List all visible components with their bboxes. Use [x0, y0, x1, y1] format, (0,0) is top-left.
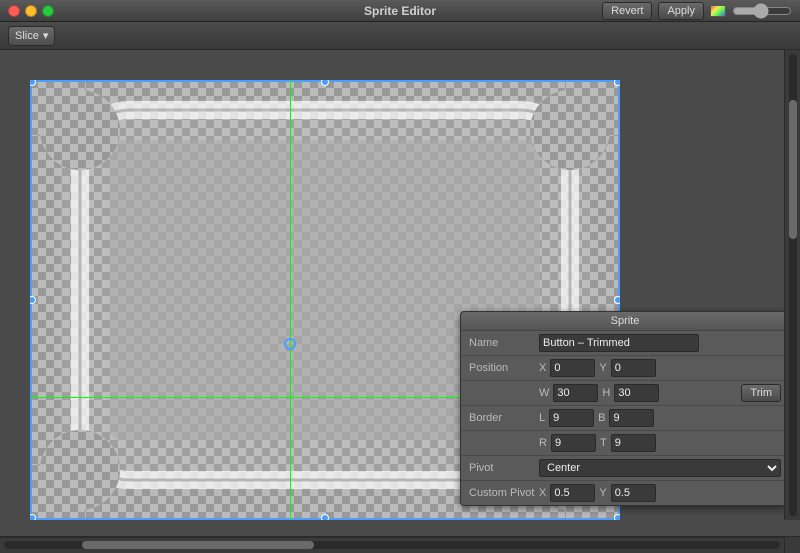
- zoom-slider-container: [732, 4, 792, 18]
- pivot-select[interactable]: Center Top Left Top Center Top Right Lef…: [539, 459, 781, 477]
- vertical-scrollbar-track: [789, 54, 797, 516]
- t-label: T: [600, 437, 607, 449]
- slice-label: Slice: [15, 30, 39, 42]
- minimize-button[interactable]: [25, 5, 37, 17]
- border-label: Border: [469, 412, 539, 424]
- sprite-panel: Sprite Name Position X Y: [460, 311, 790, 506]
- window-controls[interactable]: [8, 5, 54, 17]
- pivot-fields: Center Top Left Top Center Top Right Lef…: [539, 459, 781, 477]
- cp-y-label: Y: [599, 487, 606, 499]
- trim-button[interactable]: Trim: [741, 384, 781, 402]
- position-label: Position: [469, 362, 539, 374]
- x-label: X: [539, 362, 546, 374]
- r-label: R: [539, 437, 547, 449]
- slice-dropdown[interactable]: Slice ▾: [8, 26, 55, 46]
- main-content: Sprite Name Position X Y: [0, 50, 800, 536]
- vertical-scrollbar-thumb[interactable]: [789, 100, 797, 239]
- revert-button[interactable]: Revert: [602, 2, 652, 20]
- r-input[interactable]: [551, 434, 596, 452]
- h-label: H: [602, 387, 610, 399]
- zoom-slider[interactable]: [732, 4, 792, 18]
- y-label: Y: [599, 362, 606, 374]
- green-line-vertical: [290, 80, 291, 520]
- custom-pivot-row: Custom Pivot X Y: [461, 481, 789, 505]
- name-label: Name: [469, 337, 539, 349]
- sprite-panel-header: Sprite: [461, 312, 789, 331]
- border-row-lb: Border L B: [461, 406, 789, 431]
- x-input[interactable]: [550, 359, 595, 377]
- title-bar-actions: Revert Apply: [602, 2, 792, 20]
- border-fields-rt: R T: [539, 434, 781, 452]
- l-input[interactable]: [549, 409, 594, 427]
- wh-fields: W H Trim: [539, 384, 781, 402]
- cp-x-label: X: [539, 487, 546, 499]
- close-button[interactable]: [8, 5, 20, 17]
- border-row-rt: R T: [461, 431, 789, 456]
- horizontal-scrollbar[interactable]: [0, 537, 784, 553]
- l-label: L: [539, 412, 545, 424]
- h-input[interactable]: [614, 384, 659, 402]
- b-input[interactable]: [609, 409, 654, 427]
- maximize-button[interactable]: [42, 5, 54, 17]
- title-bar: Sprite Editor Revert Apply: [0, 0, 800, 22]
- vertical-scrollbar[interactable]: [784, 50, 800, 520]
- position-fields: X Y: [539, 359, 781, 377]
- pivot-row: Pivot Center Top Left Top Center Top Rig…: [461, 456, 789, 481]
- apply-button[interactable]: Apply: [658, 2, 704, 20]
- pivot-label: Pivot: [469, 462, 539, 474]
- canvas-area[interactable]: Sprite Name Position X Y: [0, 50, 800, 536]
- name-row: Name: [461, 331, 789, 356]
- name-fields: [539, 334, 781, 352]
- w-label: W: [539, 387, 549, 399]
- b-label: B: [598, 412, 605, 424]
- toolbar: Slice ▾: [0, 22, 800, 50]
- cp-x-input[interactable]: [550, 484, 595, 502]
- w-input[interactable]: [553, 384, 598, 402]
- color-mode-icon[interactable]: [710, 5, 726, 17]
- corner-box: [784, 537, 800, 553]
- cp-y-input[interactable]: [611, 484, 656, 502]
- bottom-bar: [0, 536, 800, 552]
- center-dot[interactable]: [284, 338, 296, 350]
- position-row: Position X Y: [461, 356, 789, 381]
- custom-pivot-label: Custom Pivot: [469, 487, 539, 499]
- y-input[interactable]: [611, 359, 656, 377]
- window-title: Sprite Editor: [364, 4, 436, 18]
- name-input[interactable]: [539, 334, 699, 352]
- wh-row: W H Trim: [461, 381, 789, 406]
- t-input[interactable]: [611, 434, 656, 452]
- custom-pivot-fields: X Y: [539, 484, 781, 502]
- border-fields-lb: L B: [539, 409, 781, 427]
- horizontal-scrollbar-thumb[interactable]: [82, 541, 315, 549]
- horizontal-scrollbar-track: [4, 541, 780, 549]
- slice-arrow-icon: ▾: [43, 29, 49, 42]
